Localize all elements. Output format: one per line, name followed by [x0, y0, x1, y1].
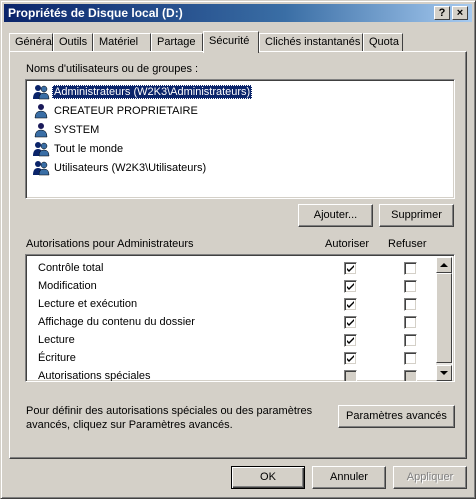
allow-checkbox[interactable]	[344, 262, 357, 275]
list-item[interactable]: Administrateurs (W2K3\Administrateurs)	[30, 83, 450, 101]
title-bar[interactable]: Propriétés de Disque local (D:) ? ×	[4, 4, 472, 22]
deny-checkbox[interactable]	[404, 298, 417, 311]
tab-partage[interactable]: Partage	[151, 33, 203, 52]
deny-checkbox[interactable]	[404, 352, 417, 365]
deny-column-header: Refuser	[388, 238, 427, 250]
arrow-down-icon	[440, 371, 448, 375]
checkmark-icon	[347, 301, 354, 308]
tab-cliches-instantanes[interactable]: Clichés instantanés	[259, 33, 363, 52]
window-title: Propriétés de Disque local (D:)	[8, 6, 183, 20]
list-item[interactable]: SYSTEM	[30, 121, 450, 139]
cancel-button[interactable]: Annuler	[312, 466, 386, 489]
arrow-up-icon	[440, 263, 448, 267]
permission-name: Contrôle total	[38, 262, 104, 274]
permissions-list[interactable]: Contrôle total Modification Lecture et exé…	[25, 254, 455, 382]
tab-outils[interactable]: Outils	[53, 33, 93, 52]
allow-checkbox[interactable]	[344, 298, 357, 311]
list-item[interactable]: CREATEUR PROPRIETAIRE	[30, 102, 450, 120]
checkmark-icon	[347, 283, 354, 290]
allow-checkbox[interactable]	[344, 316, 357, 329]
tab-securite[interactable]: Sécurité	[203, 31, 259, 53]
permissions-label: Autorisations pour Administrateurs	[26, 238, 194, 250]
permission-row: Lecture	[26, 331, 436, 349]
allow-checkbox[interactable]	[344, 352, 357, 365]
deny-checkbox[interactable]	[404, 370, 417, 381]
users-label: Noms d'utilisateurs ou de groupes :	[26, 63, 199, 75]
checkmark-icon	[347, 355, 354, 362]
permission-row: Affichage du contenu du dossier	[26, 313, 436, 331]
allow-checkbox[interactable]	[344, 280, 357, 293]
close-button[interactable]: ×	[452, 6, 468, 20]
user-name: Utilisateurs (W2K3\Utilisateurs)	[54, 162, 207, 174]
advanced-hint-line1: Pour définir des autorisations spéciales…	[26, 405, 313, 417]
user-name: SYSTEM	[54, 124, 100, 136]
user-icon	[32, 103, 50, 119]
scroll-thumb[interactable]	[436, 273, 452, 363]
allow-column-header: Autoriser	[325, 238, 370, 250]
permission-row: Écriture	[26, 349, 436, 367]
user-name: Administrateurs (W2K3\Administrateurs)	[52, 85, 253, 99]
permissions-scrollbar[interactable]	[436, 257, 452, 381]
permission-row: Contrôle total	[26, 259, 436, 277]
checkmark-icon	[347, 265, 354, 272]
user-name: Tout le monde	[54, 143, 124, 155]
tab-materiel[interactable]: Matériel	[93, 33, 151, 52]
apply-button[interactable]: Appliquer	[393, 466, 467, 489]
deny-checkbox[interactable]	[404, 334, 417, 347]
permission-name: Lecture	[38, 334, 75, 346]
list-item[interactable]: Tout le monde	[30, 140, 450, 158]
help-button[interactable]: ?	[434, 6, 450, 20]
allow-checkbox[interactable]	[344, 370, 357, 381]
allow-checkbox[interactable]	[344, 334, 357, 347]
advanced-hint-line2: avancés, cliquez sur Paramètres avancés.	[26, 419, 233, 431]
permission-row: Lecture et exécution	[26, 295, 436, 313]
user-icon	[32, 122, 50, 138]
tab-quota[interactable]: Quota	[363, 33, 403, 52]
permission-name: Affichage du contenu du dossier	[38, 316, 195, 328]
deny-checkbox[interactable]	[404, 280, 417, 293]
scroll-down-button[interactable]	[436, 365, 452, 381]
checkmark-icon	[347, 319, 354, 326]
checkmark-icon	[347, 337, 354, 344]
permission-name: Modification	[38, 280, 97, 292]
deny-checkbox[interactable]	[404, 262, 417, 275]
user-group-icon	[32, 84, 50, 100]
list-item[interactable]: Utilisateurs (W2K3\Utilisateurs)	[30, 159, 450, 177]
permission-row: Autorisations spéciales	[26, 367, 436, 382]
deny-checkbox[interactable]	[404, 316, 417, 329]
users-list[interactable]: Administrateurs (W2K3\Administrateurs) C…	[25, 79, 455, 199]
user-name: CREATEUR PROPRIETAIRE	[54, 105, 198, 117]
properties-dialog: Propriétés de Disque local (D:) ? × Géné…	[0, 0, 476, 499]
remove-button[interactable]: Supprimer	[379, 204, 454, 227]
user-group-icon	[32, 160, 50, 176]
advanced-settings-button[interactable]: Paramètres avancés	[338, 405, 455, 428]
permission-name: Lecture et exécution	[38, 298, 138, 310]
user-group-icon	[32, 141, 50, 157]
add-button[interactable]: Ajouter...	[298, 204, 373, 227]
permission-name: Écriture	[38, 352, 76, 364]
tab-general[interactable]: Général	[9, 33, 54, 52]
ok-button[interactable]: OK	[231, 466, 305, 489]
scroll-up-button[interactable]	[436, 257, 452, 273]
permission-name: Autorisations spéciales	[38, 370, 151, 382]
permission-row: Modification	[26, 277, 436, 295]
